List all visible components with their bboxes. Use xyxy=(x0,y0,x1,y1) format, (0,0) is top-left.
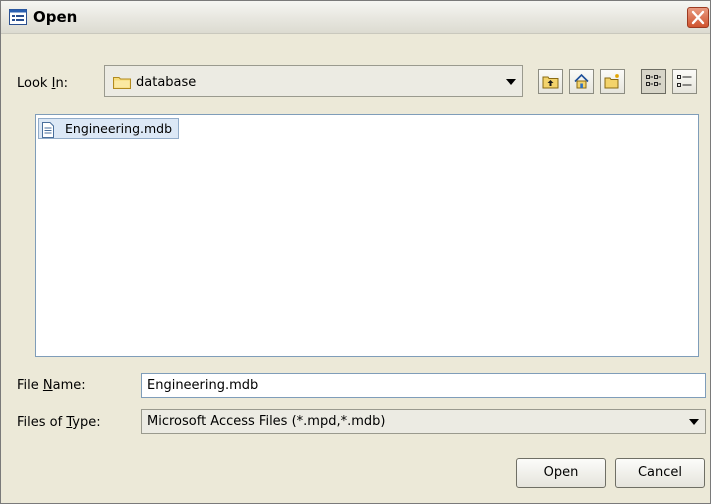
open-dialog-icon xyxy=(9,9,27,25)
files-of-type-label: Files of Type: xyxy=(17,415,101,430)
file-name-label: Engineering.mdb xyxy=(65,121,173,136)
list-view-button[interactable] xyxy=(641,69,666,94)
look-in-value: database xyxy=(136,75,197,90)
details-view-button[interactable] xyxy=(672,69,697,94)
files-of-type-value: Microsoft Access Files (*.mpd,*.mdb) xyxy=(147,414,386,429)
look-in-label: Look In: xyxy=(17,76,69,91)
file-list-pane[interactable]: Engineering.mdb xyxy=(35,114,699,357)
document-icon xyxy=(41,122,55,141)
up-folder-icon xyxy=(542,76,559,89)
files-of-type-combobox[interactable]: Microsoft Access Files (*.mpd,*.mdb) xyxy=(141,409,706,434)
new-folder-icon xyxy=(604,74,619,89)
list-view-icon xyxy=(646,75,661,86)
create-new-folder-button[interactable] xyxy=(600,69,625,94)
close-button[interactable] xyxy=(687,7,709,28)
dialog-title: Open xyxy=(33,8,78,26)
home-button[interactable] xyxy=(569,69,594,94)
file-name-label-text: File Name: xyxy=(17,378,86,393)
title-bar[interactable]: Open xyxy=(1,1,710,34)
close-icon xyxy=(691,10,705,25)
details-view-icon xyxy=(677,75,692,87)
cancel-button[interactable]: Cancel xyxy=(615,458,705,488)
folder-icon xyxy=(113,75,131,92)
file-name-input[interactable] xyxy=(141,373,706,398)
file-list-item[interactable]: Engineering.mdb xyxy=(38,118,179,139)
chevron-down-icon[interactable] xyxy=(506,79,516,85)
look-in-combobox[interactable]: database xyxy=(104,65,523,97)
open-dialog: Open Look In: database Engineering.mdb F… xyxy=(0,0,711,504)
home-icon xyxy=(574,73,589,89)
up-one-level-button[interactable] xyxy=(538,69,563,94)
chevron-down-icon[interactable] xyxy=(689,419,699,425)
open-button[interactable]: Open xyxy=(516,458,606,488)
